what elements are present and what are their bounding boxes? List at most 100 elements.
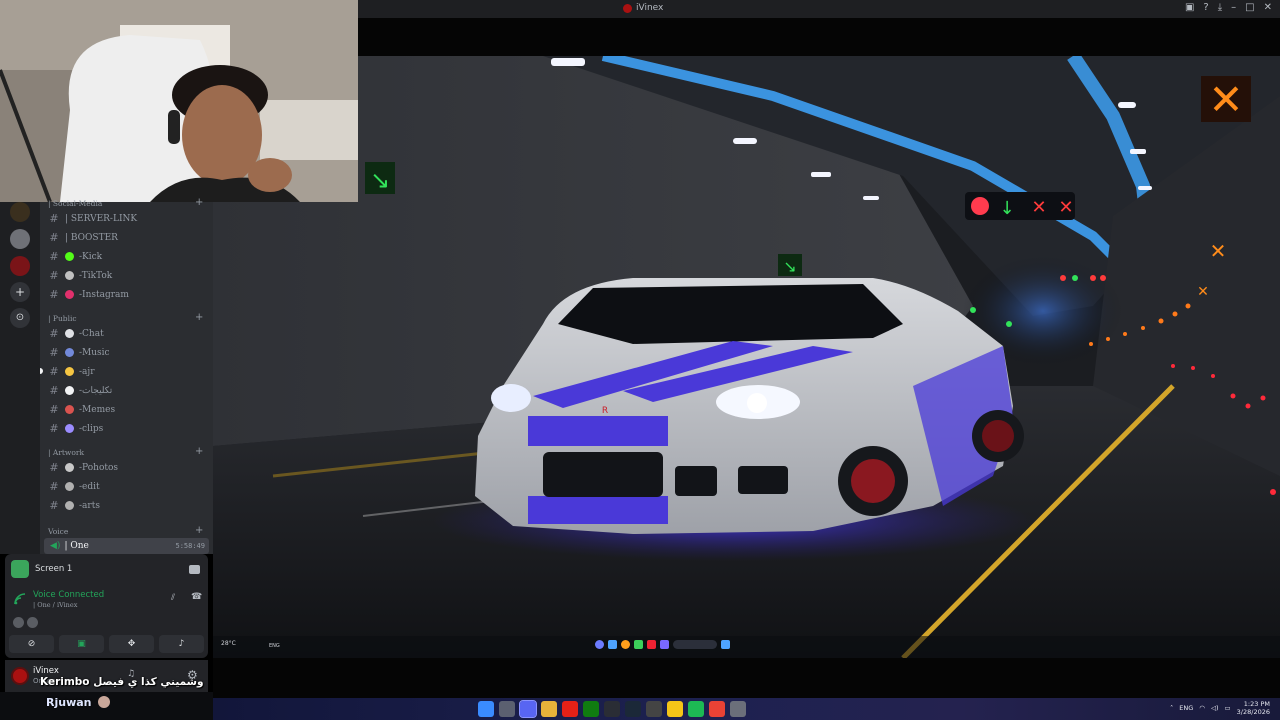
avatar[interactable] xyxy=(13,617,24,628)
disconnect-icon[interactable]: ☎ xyxy=(191,592,202,602)
add-channel-icon[interactable]: + xyxy=(195,312,203,323)
maximize-button[interactable]: □ xyxy=(1245,2,1254,13)
overlay-user-name: Rjuwan xyxy=(46,696,92,709)
app-icon xyxy=(621,640,630,649)
stream-footer-band xyxy=(213,658,1280,698)
task-view-icon[interactable] xyxy=(499,701,515,717)
stream-card[interactable]: Screen 1 xyxy=(9,557,204,581)
channel-item[interactable]: # -Chat xyxy=(48,325,208,342)
channel-label: -Chat xyxy=(79,328,104,339)
channel-item[interactable]: # | BOOSTER xyxy=(48,229,208,246)
chevron-up-icon[interactable]: ˄ xyxy=(1170,704,1173,712)
channel-item[interactable]: # -clips xyxy=(48,420,208,437)
voice-channel-one[interactable]: ◀) | One 5:58:49 xyxy=(44,538,209,554)
streamed-lang-text: ENG xyxy=(269,643,280,649)
app-icon[interactable] xyxy=(646,701,662,717)
add-channel-icon[interactable]: + xyxy=(195,446,203,457)
avatar xyxy=(97,696,110,708)
screenshot-icon[interactable]: ▣ xyxy=(1185,2,1194,13)
stream-view[interactable]: ↘ ↘ ✕ ↓ ✕ ✕ ✕ ✕ R xyxy=(213,56,1280,658)
youtube-icon[interactable] xyxy=(562,701,578,717)
add-channel-icon[interactable]: + xyxy=(195,525,203,536)
hash-icon: # xyxy=(49,231,59,244)
share-screen-button[interactable]: ▣ xyxy=(59,635,104,653)
webcam-feed xyxy=(0,0,358,202)
app-icon xyxy=(608,640,617,649)
app-icon[interactable] xyxy=(667,701,683,717)
channel-item[interactable]: # -Music xyxy=(48,344,208,361)
category-social-media[interactable]: | Social-Media + xyxy=(48,197,203,208)
channel-item[interactable]: # -arts xyxy=(48,497,208,514)
spotify-icon[interactable] xyxy=(688,701,704,717)
chat-overlay-line-2: Rjuwan xyxy=(46,696,110,709)
channel-label: -TikTok xyxy=(79,270,113,281)
stop-stream-icon[interactable] xyxy=(189,564,200,574)
channel-item[interactable]: # -edit xyxy=(48,478,208,495)
tray-lang[interactable]: ENG xyxy=(1179,704,1193,712)
windows-taskbar: ˄ ENG ◠ ◁) ▭ 1:23 PM 3/28/2026 xyxy=(213,698,1280,720)
taskbar-time: 1:23 PM xyxy=(1243,700,1270,708)
avatar[interactable] xyxy=(11,667,29,685)
add-server-icon[interactable]: + xyxy=(10,282,30,302)
channel-label: -edit xyxy=(79,481,100,492)
avatar[interactable] xyxy=(27,617,38,628)
category-label: | Artwork xyxy=(48,448,84,457)
settings-icon[interactable] xyxy=(730,701,746,717)
channel-item[interactable]: # | SERVER-LINK xyxy=(48,210,208,227)
activities-button[interactable]: ✥ xyxy=(109,635,154,653)
svg-text:✕: ✕ xyxy=(1031,197,1046,218)
svg-text:R: R xyxy=(602,406,608,416)
help-icon[interactable]: ? xyxy=(1203,2,1208,13)
channel-emoji-icon xyxy=(65,386,74,395)
windows-start-icon[interactable] xyxy=(478,701,494,717)
server-icon[interactable] xyxy=(10,256,30,276)
stream-header-band xyxy=(358,18,1280,56)
battery-icon[interactable]: ▭ xyxy=(1225,704,1231,712)
server-list: + ⊙ xyxy=(0,202,40,554)
app-icon xyxy=(660,640,669,649)
file-explorer-icon[interactable] xyxy=(541,701,557,717)
channel-item[interactable]: # -تكليجات xyxy=(48,382,208,399)
channel-item[interactable]: # -Pohotos xyxy=(48,459,208,476)
soundboard-button[interactable]: ♪ xyxy=(159,635,204,653)
chrome-icon[interactable] xyxy=(709,701,725,717)
voice-channel-timer: 5:58:49 xyxy=(175,542,205,550)
hash-icon: # xyxy=(49,212,59,225)
hash-icon: # xyxy=(49,288,59,301)
explore-icon[interactable]: ⊙ xyxy=(10,308,30,328)
svg-text:↘: ↘ xyxy=(370,166,390,194)
add-channel-icon[interactable]: + xyxy=(195,197,203,208)
hash-icon: # xyxy=(49,480,59,493)
channel-label: -Music xyxy=(79,347,110,358)
camera-off-button[interactable]: ⊘ xyxy=(9,635,54,653)
minimize-button[interactable]: – xyxy=(1231,2,1236,13)
voice-connected-sub[interactable]: | One / iVinex xyxy=(33,601,77,609)
download-icon[interactable]: ⤓ xyxy=(1218,2,1222,13)
category-artwork[interactable]: | Artwork + xyxy=(48,446,203,457)
category-voice[interactable]: Voice + xyxy=(48,525,203,536)
category-public[interactable]: | Public + xyxy=(48,312,203,323)
channel-item[interactable]: # -TikTok xyxy=(48,267,208,284)
channel-label: -arts xyxy=(79,500,100,511)
signal-icon[interactable] xyxy=(14,593,26,605)
obs-icon[interactable] xyxy=(604,701,620,717)
discord-app-icon[interactable] xyxy=(519,700,537,718)
server-icon[interactable] xyxy=(10,202,30,222)
channel-item[interactable]: # -ajr xyxy=(48,363,208,380)
channel-item[interactable]: # -Kick xyxy=(48,248,208,265)
channel-item[interactable]: # -Instagram xyxy=(48,286,208,303)
voice-panel: Screen 1 Voice Connected | One / iVinex … xyxy=(5,554,208,658)
noise-suppression-icon[interactable]: ⫽ xyxy=(171,593,175,603)
xbox-icon[interactable] xyxy=(583,701,599,717)
channel-item[interactable]: # -Memes xyxy=(48,401,208,418)
taskbar-clock[interactable]: 1:23 PM 3/28/2026 xyxy=(1237,700,1270,716)
wifi-icon[interactable]: ◠ xyxy=(1199,704,1205,712)
volume-icon[interactable]: ◁) xyxy=(1211,704,1219,712)
close-button[interactable]: ✕ xyxy=(1264,2,1272,13)
taskbar-date: 3/28/2026 xyxy=(1236,708,1270,716)
steam-icon[interactable] xyxy=(625,701,641,717)
hash-icon: # xyxy=(49,250,59,263)
server-icon[interactable] xyxy=(10,229,30,249)
voice-participants xyxy=(13,617,38,628)
hash-icon: # xyxy=(49,365,59,378)
